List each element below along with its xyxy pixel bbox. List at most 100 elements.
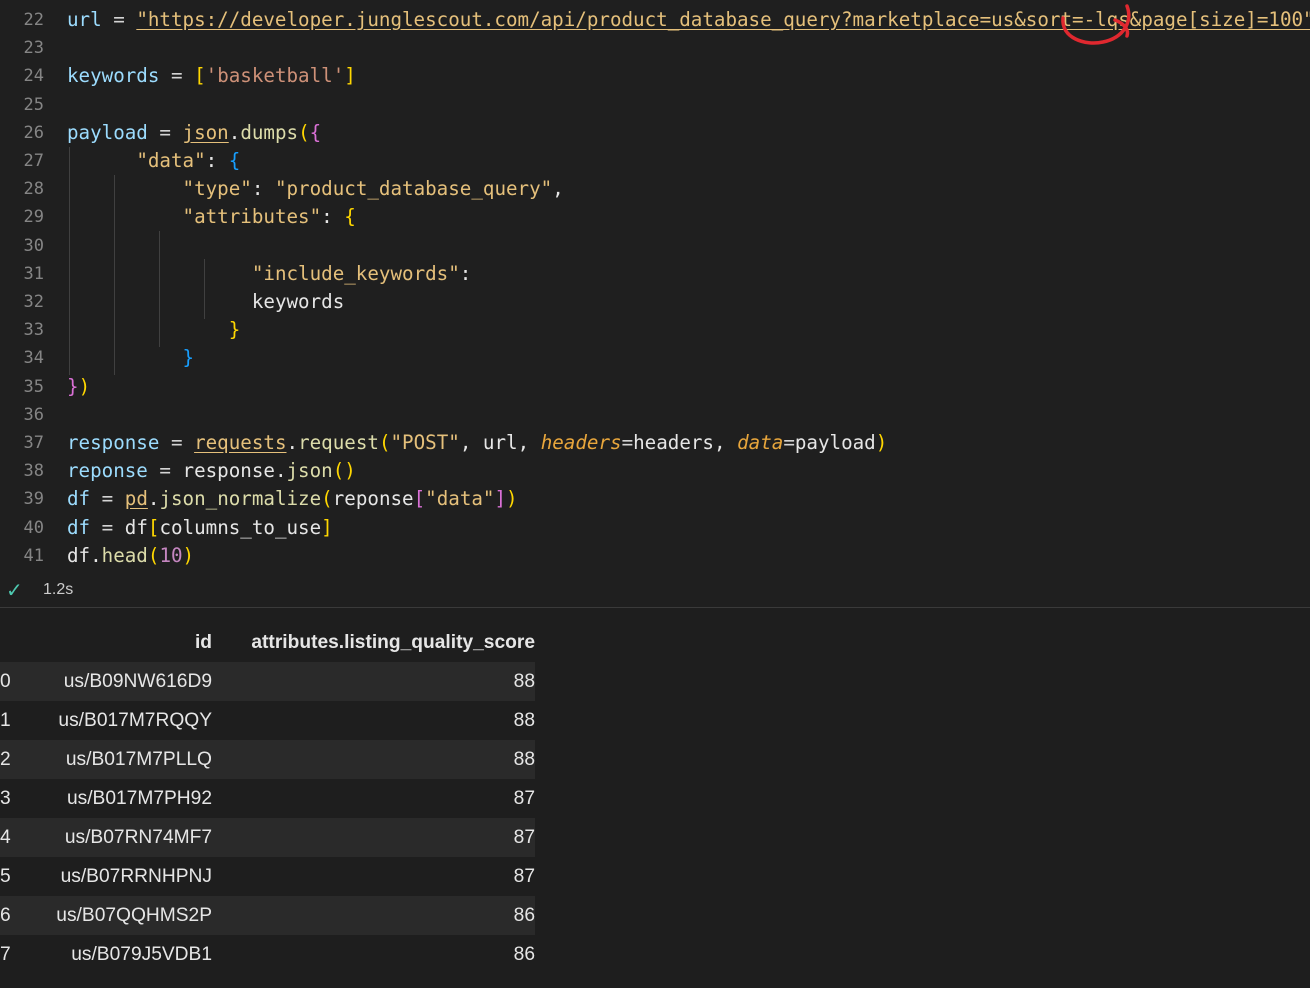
row-index: 4 [0,818,28,857]
code-text: payload = json.dumps({ [67,119,321,147]
code-token: ] [321,515,333,539]
code-token: keywords [67,64,160,88]
code-editor[interactable]: 22 url = "https://developer.junglescout.c… [0,0,1310,570]
code-token: ( [378,431,391,454]
row-index: 3 [0,779,28,818]
table-row: 5 us/B07RRNHPNJ 87 [0,857,535,896]
line-number: 41 [23,545,44,566]
code-token: { [309,120,322,144]
code-text: "include_keywords": [67,260,472,288]
code-token: = [159,64,195,88]
code-text: } [67,316,241,344]
row-index: 5 [0,857,28,896]
line-number: 30 [23,235,44,256]
code-token: } [67,374,79,398]
table-row: 6 us/B07QQHMS2P 86 [0,896,535,935]
code-token: : [321,205,345,229]
code-token: } [182,346,195,370]
code-token: 'basketball' [205,64,345,88]
table-row: 7 us/B079J5VDB1 86 [0,935,535,974]
code-token: "https://developer.junglescout.com/api/p… [136,8,1310,31]
table-row: 1 us/B017M7RQQY 88 [0,701,535,740]
code-text: "data": { [67,147,240,175]
code-token: ) [182,543,195,567]
line-number: 26 [23,122,44,143]
code-token: . [147,487,160,511]
score-cell: 88 [212,662,535,701]
code-token: df [67,515,91,539]
id-cell: us/B079J5VDB1 [28,935,212,974]
id-cell: us/B07RN74MF7 [28,818,212,857]
line-number: 33 [23,320,44,341]
code-token: = [101,8,137,31]
code-token: ( [147,543,160,567]
code-text: keywords [67,288,344,316]
code-token: response. [182,459,287,483]
code-token: columns_to_use [159,515,322,539]
code-token: data [737,431,784,454]
id-cell: us/B017M7RQQY [28,701,212,740]
dataframe-table: id attributes.listing_quality_score 0 us/… [0,623,535,974]
table-header-row: id attributes.listing_quality_score [0,623,535,662]
code-token: head [101,543,148,567]
line-number: 27 [23,151,44,171]
code-token: ] [344,64,356,88]
code-token: response [67,431,160,454]
id-cell: us/B09NW616D9 [28,662,212,701]
row-index: 6 [0,896,28,935]
code-text: df = df[columns_to_use] [67,514,333,542]
score-cell: 87 [212,857,535,896]
code-token: , url, [459,431,541,454]
code-text: } [67,344,195,372]
id-cell: us/B017M7PH92 [28,779,212,818]
code-text: "attributes": { [67,203,356,231]
table-body: 0 us/B09NW616D9 88 1 us/B017M7RQQY 88 2 us/B017… [0,662,535,974]
code-token: json [286,459,333,483]
cell-status: ✓ 1.2s [0,576,1310,606]
code-token: payload [794,431,876,454]
row-index: 1 [0,701,28,740]
code-token: request [298,431,379,454]
line-number: 37 [23,433,44,453]
code-text: keywords = ['basketball'] [67,62,356,90]
code-text: url = "https://developer.junglescout.com… [67,6,1310,34]
code-token: df. [67,543,102,567]
code-text: "type": "product_database_query", [67,175,564,203]
line-number: 29 [23,207,44,228]
code-token: = [147,459,183,483]
cell-output: id attributes.listing_quality_score 0 us/… [0,608,1310,988]
code-token: () [332,459,356,483]
table-row: 3 us/B017M7PH92 87 [0,779,535,818]
id-cell: us/B07RRNHPNJ [28,857,212,896]
score-cell: 87 [212,818,535,857]
code-token: "POST" [390,431,460,454]
code-text: }) [67,373,90,401]
code-token: = [621,431,634,454]
code-text: df = pd.json_normalize(reponse["data"]) [67,485,518,513]
code-token: [ [194,64,206,88]
code-token: reponse [332,487,414,511]
code-token: = [90,515,125,539]
code-token: 10 [159,543,183,567]
code-token: headers [540,431,622,454]
code-token: [ [147,515,160,539]
code-text: df.head(10) [67,542,194,570]
row-index: 0 [0,662,28,701]
check-icon: ✓ [6,578,23,602]
line-number: 38 [23,461,44,482]
code-token: ) [506,487,518,511]
code-token: [ [413,487,426,511]
code-token: requests [194,431,287,454]
code-text: response = requests.request("POST", url,… [67,429,887,457]
code-token: "data" [425,487,495,511]
code-token: , [552,177,564,201]
code-token: { [228,149,241,172]
code-token: . [286,431,299,454]
code-token: ) [875,431,888,454]
